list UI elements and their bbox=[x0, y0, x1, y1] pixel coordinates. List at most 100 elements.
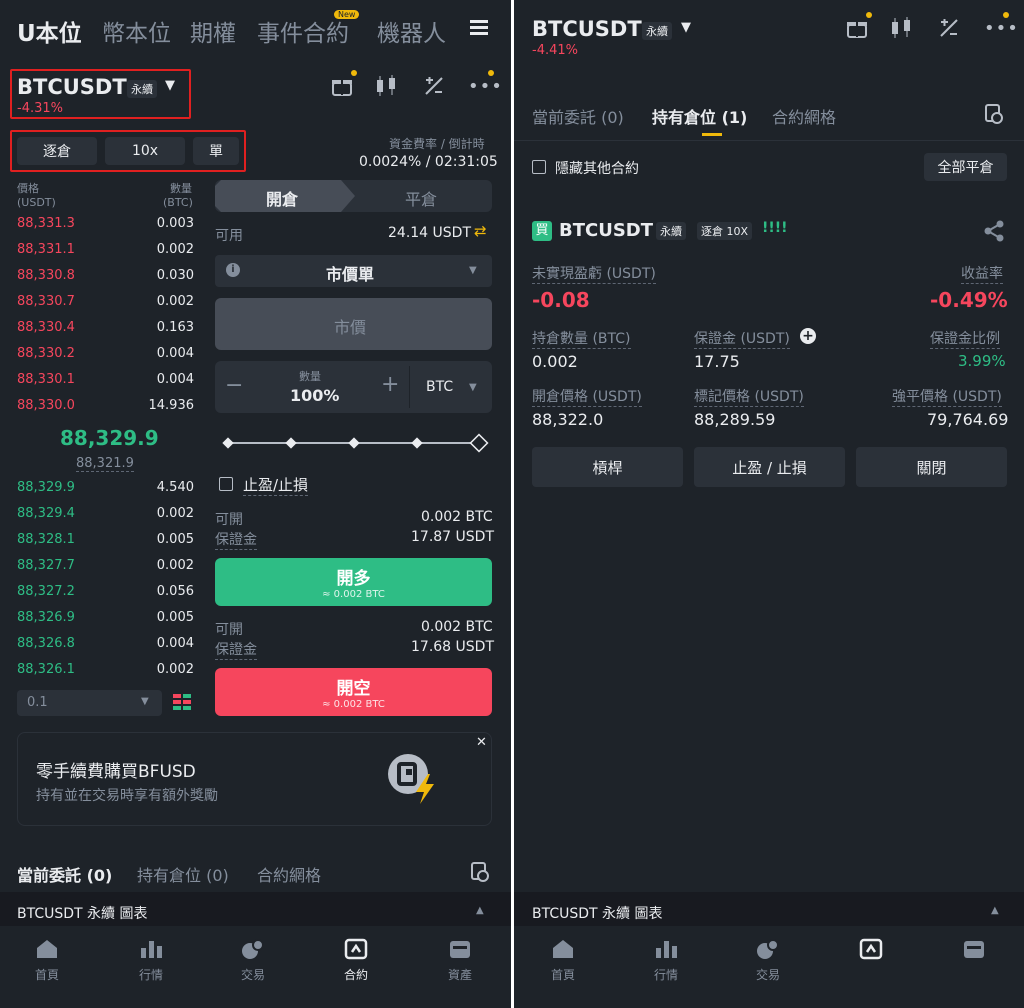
symbol-name[interactable]: BTCUSDT bbox=[532, 17, 642, 41]
transfer-icon[interactable]: ⇄ bbox=[474, 222, 487, 240]
more-icon[interactable]: ••• bbox=[984, 18, 1019, 39]
hide-others-checkbox[interactable] bbox=[532, 160, 546, 174]
depth-layout-icon[interactable] bbox=[172, 693, 192, 713]
bid-price[interactable]: 88,327.2 bbox=[17, 584, 75, 599]
footer-chart-link[interactable]: BTCUSDT 永續 圖表 bbox=[17, 903, 147, 923]
tab-close[interactable]: 平倉 bbox=[405, 186, 437, 210]
nav-futures[interactable]: 合約 bbox=[326, 938, 386, 983]
funding-label: 資金費率 / 倒計時 bbox=[389, 137, 485, 151]
ask-price[interactable]: 88,330.4 bbox=[17, 320, 75, 335]
ask-price[interactable]: 88,331.1 bbox=[17, 242, 75, 257]
bid-price[interactable]: 88,327.7 bbox=[17, 558, 75, 573]
nav-home[interactable]: 首頁 bbox=[17, 938, 77, 983]
tab-open[interactable]: 開倉 bbox=[266, 186, 298, 210]
nav-markets-label: 行情 bbox=[653, 968, 678, 982]
nav-coinm[interactable]: 幣本位 bbox=[102, 14, 171, 48]
active-tab-indicator bbox=[702, 133, 722, 136]
mark-price: 88,321.9 bbox=[76, 456, 134, 472]
ask-price[interactable]: 88,330.7 bbox=[17, 294, 75, 309]
nav-bots[interactable]: 機器人 bbox=[377, 14, 446, 48]
nav-home-label: 首頁 bbox=[550, 968, 575, 982]
plus-icon[interactable]: + bbox=[381, 372, 399, 397]
entry-price-label: 開倉價格 (USDT) bbox=[532, 386, 642, 407]
gift-dot bbox=[866, 12, 872, 18]
nav-markets-label: 行情 bbox=[138, 968, 163, 982]
leverage-button[interactable]: 10x bbox=[105, 137, 185, 165]
open-short-button[interactable]: 開空 ≈ 0.002 BTC bbox=[215, 668, 492, 716]
tab-positions[interactable]: 持有倉位 (1) bbox=[652, 104, 747, 128]
menu-icon[interactable] bbox=[470, 20, 488, 36]
tpsl-button[interactable]: 止盈 / 止損 bbox=[694, 447, 845, 487]
nav-markets[interactable]: 行情 bbox=[121, 938, 181, 983]
symbol-name[interactable]: BTCUSDT bbox=[17, 75, 127, 99]
nav-trade[interactable]: 交易 bbox=[223, 938, 283, 983]
hide-others-label: 隱藏其他合約 bbox=[555, 161, 639, 177]
nav-usdm[interactable]: U本位 bbox=[17, 14, 82, 48]
short-can-open-label: 可開 bbox=[215, 622, 243, 638]
add-margin-icon[interactable]: + bbox=[800, 328, 816, 344]
tab-grid[interactable]: 合約網格 bbox=[772, 104, 836, 128]
position-symbol[interactable]: BTCUSDT bbox=[559, 220, 653, 241]
gift-icon[interactable] bbox=[845, 16, 869, 40]
bid-price[interactable]: 88,329.9 bbox=[17, 480, 75, 495]
tpsl-checkbox[interactable] bbox=[219, 477, 233, 491]
nav-event-contract[interactable]: 事件合約 bbox=[257, 14, 349, 48]
close-position-button[interactable]: 關閉 bbox=[856, 447, 1007, 487]
position-mode-button[interactable]: 單 bbox=[193, 137, 239, 165]
depth-step-select[interactable]: 0.1 ▼ bbox=[17, 690, 162, 716]
ask-qty: 0.002 bbox=[156, 242, 194, 257]
ask-price[interactable]: 88,330.2 bbox=[17, 346, 75, 361]
nav-trade[interactable]: 交易 bbox=[738, 938, 798, 983]
size-label: 持倉數量 (BTC) bbox=[532, 328, 631, 349]
nav-markets[interactable]: 行情 bbox=[636, 938, 696, 983]
ask-price[interactable]: 88,331.3 bbox=[17, 216, 75, 231]
info-icon[interactable]: i bbox=[226, 263, 240, 277]
tab-grid[interactable]: 合約網格 bbox=[257, 862, 321, 886]
nav-assets[interactable] bbox=[944, 938, 1004, 960]
ask-price[interactable]: 88,330.8 bbox=[17, 268, 75, 283]
share-icon[interactable] bbox=[983, 220, 1005, 242]
chevron-up-icon[interactable]: ▲ bbox=[476, 905, 484, 916]
nav-futures[interactable] bbox=[841, 938, 901, 960]
bid-qty: 0.002 bbox=[156, 558, 194, 573]
leverage-button[interactable]: 槓桿 bbox=[532, 447, 683, 487]
margin-mode-button[interactable]: 逐倉 bbox=[17, 137, 97, 165]
gift-dot bbox=[351, 70, 357, 76]
bid-price[interactable]: 88,326.8 bbox=[17, 636, 75, 651]
symbol-dropdown-icon[interactable]: ▼ bbox=[681, 20, 691, 35]
price-change: -4.31% bbox=[17, 101, 63, 116]
tab-open-orders[interactable]: 當前委託 (0) bbox=[532, 104, 624, 128]
calculator-icon[interactable] bbox=[937, 16, 961, 40]
order-history-icon[interactable] bbox=[984, 103, 1004, 125]
close-icon[interactable]: ✕ bbox=[476, 735, 487, 750]
bid-price[interactable]: 88,326.1 bbox=[17, 662, 75, 677]
footer-chart-link[interactable]: BTCUSDT 永續 圖表 bbox=[532, 903, 662, 923]
candlestick-icon[interactable] bbox=[374, 74, 400, 98]
tab-open-orders[interactable]: 當前委託 (0) bbox=[17, 862, 112, 886]
tpsl-label[interactable]: 止盈/止損 bbox=[243, 474, 309, 496]
qty-unit[interactable]: BTC bbox=[426, 379, 453, 395]
bid-price[interactable]: 88,328.1 bbox=[17, 532, 75, 547]
bid-qty: 4.540 bbox=[156, 480, 194, 495]
gift-icon[interactable] bbox=[330, 74, 354, 98]
futures-icon bbox=[344, 938, 368, 960]
close-all-button[interactable]: 全部平倉 bbox=[924, 153, 1007, 181]
tab-positions[interactable]: 持有倉位 (0) bbox=[137, 862, 229, 886]
symbol-dropdown-icon[interactable]: ▼ bbox=[165, 78, 175, 93]
minus-icon[interactable]: − bbox=[225, 373, 243, 398]
bid-price[interactable]: 88,326.9 bbox=[17, 610, 75, 625]
chevron-up-icon[interactable]: ▲ bbox=[991, 905, 999, 916]
calculator-icon[interactable] bbox=[422, 74, 446, 98]
ask-price[interactable]: 88,330.0 bbox=[17, 398, 75, 413]
qty-slider[interactable] bbox=[220, 433, 490, 453]
more-icon[interactable]: ••• bbox=[468, 76, 503, 97]
order-history-icon[interactable] bbox=[470, 861, 490, 883]
open-long-button[interactable]: 開多 ≈ 0.002 BTC bbox=[215, 558, 492, 606]
nav-assets[interactable]: 資產 bbox=[430, 938, 490, 983]
ask-price[interactable]: 88,330.1 bbox=[17, 372, 75, 387]
bid-price[interactable]: 88,329.4 bbox=[17, 506, 75, 521]
nav-home[interactable]: 首頁 bbox=[533, 938, 593, 983]
candlestick-icon[interactable] bbox=[889, 16, 915, 40]
home-icon bbox=[553, 940, 573, 958]
nav-options[interactable]: 期權 bbox=[190, 14, 236, 48]
